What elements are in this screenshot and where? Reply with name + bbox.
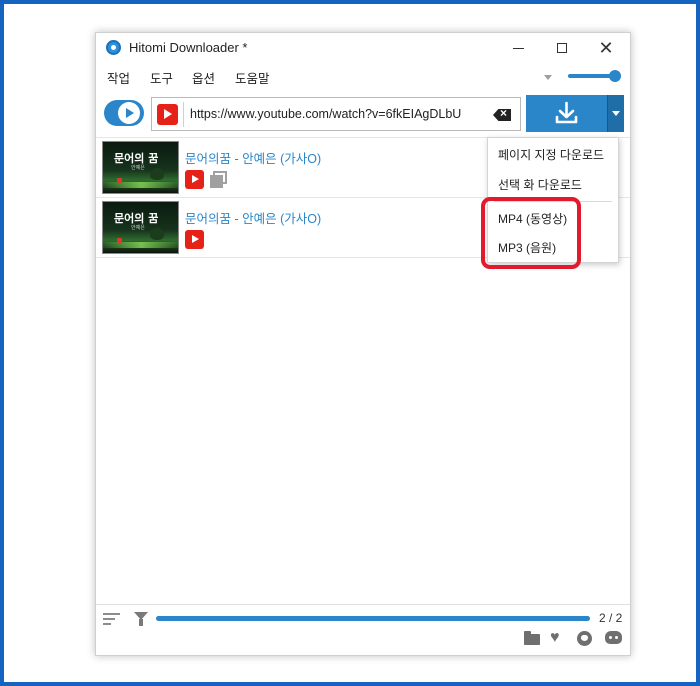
menu-item-options[interactable]: 옵션 xyxy=(192,68,215,87)
download-options-menu: 페이지 지정 다운로드 선택 화 다운로드 MP4 (동영상) MP3 (음원) xyxy=(487,137,619,263)
url-input[interactable] xyxy=(190,103,485,125)
download-icon xyxy=(555,101,578,124)
minimize-button[interactable] xyxy=(496,33,540,63)
discord-icon[interactable] xyxy=(605,631,622,644)
sort-icon[interactable] xyxy=(103,613,120,626)
playlist-icon-front xyxy=(210,175,223,188)
maximize-button[interactable] xyxy=(540,33,584,63)
close-button[interactable]: ✕ xyxy=(584,33,628,63)
clipboard-monitor-toggle[interactable] xyxy=(104,100,144,126)
item-title: 문어의꿈 - 안예은 (가사O) xyxy=(185,152,322,166)
url-row xyxy=(96,95,630,133)
progress-fill xyxy=(156,616,590,621)
overall-progress-bar xyxy=(156,616,590,621)
youtube-icon[interactable] xyxy=(157,104,178,125)
url-field xyxy=(151,97,521,131)
menu-item-help[interactable]: 도움말 xyxy=(235,68,270,87)
app-window: Hitomi Downloader * ✕ 작업 도구 옵션 도움말 https… xyxy=(95,32,631,656)
filter-icon[interactable] xyxy=(134,612,148,626)
menu-item-page-download[interactable]: 페이지 지정 다운로드 xyxy=(488,141,618,169)
playlist-icon xyxy=(210,171,227,188)
thumbnail-glow xyxy=(103,182,178,188)
video-thumbnail: 문어의 꿈 안예은 xyxy=(102,141,179,194)
menu-bar: 작업 도구 옵션 도움말 xyxy=(96,65,630,89)
menu-item-mp3[interactable]: MP3 (음원) xyxy=(488,234,618,262)
thumbnail-mark xyxy=(117,238,122,243)
thumbnail-subtitle: 안예은 xyxy=(131,165,145,171)
close-icon: ✕ xyxy=(598,38,614,58)
title-bar: Hitomi Downloader * ✕ xyxy=(96,33,630,63)
folder-icon[interactable] xyxy=(524,631,540,645)
menu-item-tools[interactable]: 도구 xyxy=(150,68,173,87)
play-icon xyxy=(118,102,140,124)
volume-slider-handle[interactable] xyxy=(609,70,621,82)
heart-icon[interactable]: ♥ xyxy=(550,630,566,646)
progress-count: 2 / 2 xyxy=(599,611,623,625)
minimize-icon xyxy=(512,47,524,49)
youtube-icon xyxy=(185,230,204,249)
menu-separator xyxy=(494,201,612,202)
download-options-button[interactable] xyxy=(607,95,624,132)
thumbnail-glow xyxy=(103,242,178,248)
video-thumbnail: 문어의 꿈 안예은 xyxy=(102,201,179,254)
thumbnail-mark xyxy=(117,178,122,183)
clear-input-icon[interactable] xyxy=(493,109,511,121)
thumbnail-tree xyxy=(150,228,164,240)
download-button[interactable] xyxy=(526,95,607,132)
menu-item-select-episode-download[interactable]: 선택 화 다운로드 xyxy=(488,171,618,199)
window-title: Hitomi Downloader * xyxy=(129,40,248,55)
menu-item-task[interactable]: 작업 xyxy=(107,68,130,87)
menu-item-mp4[interactable]: MP4 (동영상) xyxy=(488,205,618,233)
bottom-divider xyxy=(96,604,630,605)
chevron-down-icon[interactable] xyxy=(544,75,552,80)
thumbnail-tree xyxy=(150,168,164,180)
maximize-icon xyxy=(557,43,567,53)
youtube-icon xyxy=(185,170,204,189)
github-icon[interactable] xyxy=(577,631,592,646)
app-logo-icon xyxy=(106,40,121,55)
item-title: 문어의꿈 - 안예은 (가사O) xyxy=(185,212,322,226)
thumbnail-subtitle: 안예은 xyxy=(131,225,145,231)
url-divider xyxy=(183,102,184,127)
